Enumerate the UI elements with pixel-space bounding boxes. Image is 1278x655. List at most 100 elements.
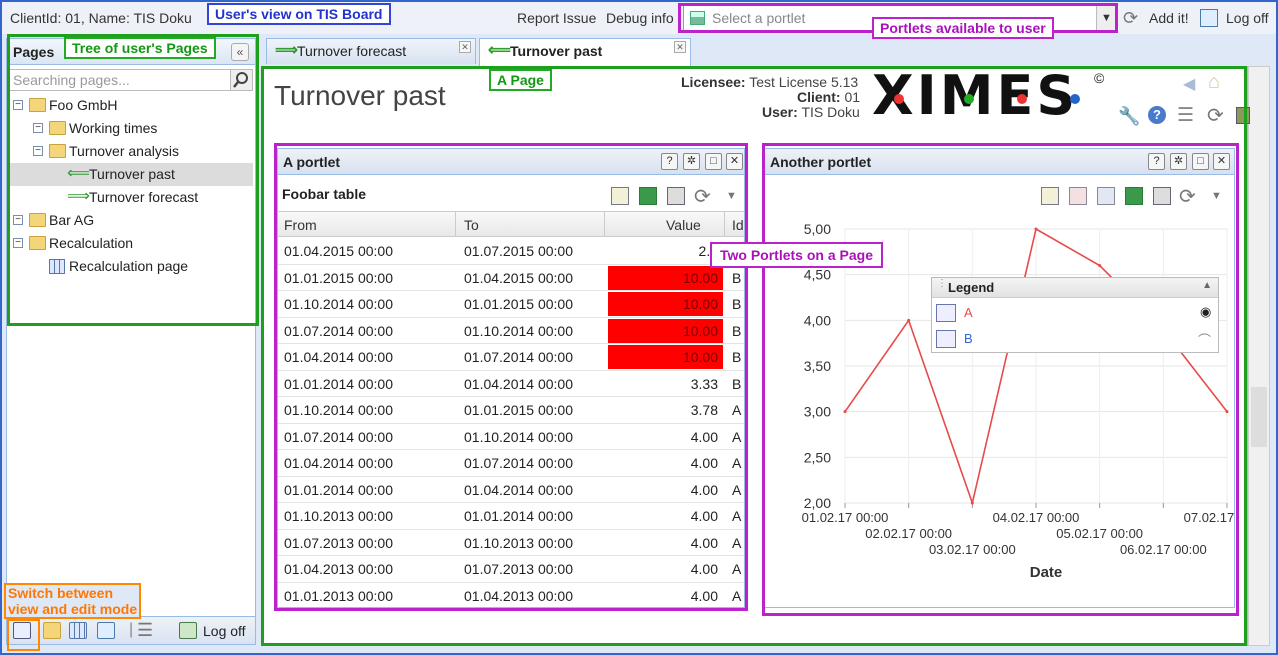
refresh-icon[interactable]: ⟳ bbox=[1179, 184, 1196, 209]
data-point bbox=[970, 501, 974, 505]
help-icon[interactable]: ? bbox=[661, 153, 678, 170]
edit-icon[interactable] bbox=[611, 187, 629, 205]
footer-log-off-link[interactable]: Log off bbox=[203, 623, 246, 639]
user-value: TIS Doku bbox=[801, 104, 860, 120]
exit-icon[interactable] bbox=[1236, 107, 1250, 124]
gear-icon[interactable]: ✲ bbox=[683, 153, 700, 170]
page-search-input[interactable]: Searching pages... bbox=[9, 69, 253, 91]
tree-item-label: Bar AG bbox=[49, 212, 95, 228]
help-icon[interactable]: ? bbox=[1148, 153, 1165, 170]
eye-closed-icon[interactable]: ⌒ bbox=[1198, 330, 1211, 349]
eye-icon[interactable]: ◉ bbox=[1200, 304, 1211, 320]
table-row[interactable]: 01.04.2014 00:00 01.07.2014 00:00 4.00 A bbox=[278, 450, 744, 477]
log-off-icon[interactable] bbox=[179, 622, 197, 639]
portlet-a-header: A portlet ? ✲ □ ✕ bbox=[278, 149, 744, 175]
column-header-to[interactable]: To bbox=[464, 217, 479, 233]
table-row[interactable]: 01.01.2015 00:00 01.04.2015 00:00 10.00 B bbox=[278, 265, 744, 291]
table-row[interactable]: 01.04.2014 00:00 01.07.2014 00:00 10.00 B bbox=[278, 344, 744, 371]
print-icon[interactable] bbox=[667, 187, 685, 205]
wrench-icon[interactable]: 🔧 bbox=[1118, 106, 1140, 127]
help-icon[interactable]: ? bbox=[1148, 106, 1166, 124]
menu-icon[interactable]: ☰ bbox=[1177, 104, 1194, 127]
tab-turnover-forecast[interactable]: ⟹ Turnover forecast ✕ bbox=[266, 38, 476, 64]
tree-item-recalculation[interactable]: − Recalculation bbox=[9, 232, 253, 255]
close-icon[interactable]: ✕ bbox=[459, 41, 471, 53]
excel-export-icon[interactable] bbox=[639, 187, 657, 205]
table-row[interactable]: 01.07.2013 00:00 01.10.2013 00:00 4.00 A bbox=[278, 530, 744, 556]
table-row[interactable]: 01.07.2014 00:00 01.10.2014 00:00 4.00 A bbox=[278, 424, 744, 450]
column-header-id[interactable]: Id bbox=[732, 217, 744, 233]
tree-item-turnover-forecast[interactable]: ⟹ Turnover forecast bbox=[9, 186, 253, 209]
close-icon[interactable]: ✕ bbox=[1213, 153, 1230, 170]
search-icon[interactable] bbox=[230, 70, 252, 90]
print-icon[interactable] bbox=[1153, 187, 1171, 205]
back-icon[interactable]: ◀ bbox=[1183, 74, 1195, 94]
log-off-link[interactable]: Log off bbox=[1226, 10, 1269, 26]
scrollbar-thumb[interactable] bbox=[1251, 387, 1267, 447]
callout-tree-pages: Tree of user's Pages bbox=[64, 37, 216, 59]
collapse-icon[interactable]: − bbox=[13, 238, 23, 248]
maximize-icon[interactable]: □ bbox=[705, 153, 722, 170]
remove-zoom-icon[interactable] bbox=[1097, 187, 1115, 205]
client-value: 01 bbox=[844, 89, 861, 105]
edit-icon[interactable] bbox=[1041, 187, 1059, 205]
refresh-icon[interactable]: ⟳ bbox=[1123, 8, 1138, 29]
tree-item-foo-gmbh[interactable]: − Foo GmbH bbox=[9, 94, 253, 117]
portlet-title: A portlet bbox=[283, 154, 341, 170]
column-header-from[interactable]: From bbox=[284, 217, 317, 233]
chevron-down-icon[interactable]: ▼ bbox=[1096, 6, 1116, 30]
menu-icon[interactable]: ☰ bbox=[137, 620, 153, 641]
cell-from: 01.07.2014 00:00 bbox=[284, 428, 393, 445]
refresh-icon[interactable]: ⟳ bbox=[1207, 103, 1224, 128]
tree-item-bar-ag[interactable]: − Bar AG bbox=[9, 209, 253, 232]
table-row[interactable]: 01.01.2013 00:00 01.04.2013 00:00 4.00 A bbox=[278, 583, 744, 609]
chart-legend[interactable]: ⋮ Legend ▲ A ◉ B ⌒ bbox=[931, 277, 1219, 353]
table-row[interactable]: 01.01.2014 00:00 01.04.2014 00:00 4.00 A bbox=[278, 477, 744, 503]
tree-item-label: Working times bbox=[69, 120, 158, 136]
column-header-value[interactable]: Value bbox=[666, 217, 701, 233]
drag-handle-icon[interactable]: ⋮ bbox=[937, 279, 947, 289]
table-row[interactable]: 01.07.2014 00:00 01.10.2014 00:00 10.00 B bbox=[278, 318, 744, 344]
tree-item-recalculation-page[interactable]: Recalculation page bbox=[9, 255, 253, 278]
debug-info-link[interactable]: Debug info bbox=[606, 10, 674, 26]
collapse-icon[interactable]: − bbox=[13, 100, 23, 110]
collapse-icon[interactable]: − bbox=[33, 146, 43, 156]
table-row[interactable]: 01.01.2014 00:00 01.04.2014 00:00 3.33 B bbox=[278, 371, 744, 397]
legend-header[interactable]: ⋮ Legend ▲ bbox=[932, 278, 1218, 298]
tab-turnover-past[interactable]: ⟸ Turnover past ✕ bbox=[479, 38, 691, 66]
home-icon[interactable]: ⌂ bbox=[1208, 71, 1220, 94]
page-scrollbar[interactable] bbox=[1248, 66, 1270, 646]
log-off-icon[interactable] bbox=[1200, 9, 1218, 27]
add-folder-icon[interactable] bbox=[43, 622, 61, 639]
close-icon[interactable]: ✕ bbox=[726, 153, 743, 170]
tree-item-turnover-analysis[interactable]: − Turnover analysis bbox=[9, 140, 253, 163]
zoom-icon[interactable] bbox=[1069, 187, 1087, 205]
table-row[interactable]: 01.10.2014 00:00 01.01.2015 00:00 3.78 A bbox=[278, 397, 744, 424]
collapse-icon[interactable]: ▲ bbox=[1202, 280, 1212, 291]
collapse-icon[interactable]: − bbox=[13, 215, 23, 225]
refresh-icon[interactable]: ⟳ bbox=[694, 184, 711, 209]
close-icon[interactable]: ✕ bbox=[674, 41, 686, 53]
collapse-sidebar-button[interactable]: « bbox=[231, 43, 249, 61]
report-issue-link[interactable]: Report Issue bbox=[517, 10, 596, 26]
tree-item-working-times[interactable]: − Working times bbox=[9, 117, 253, 140]
tree-item-turnover-past[interactable]: ⟸ Turnover past bbox=[9, 163, 253, 186]
collapse-icon[interactable]: − bbox=[33, 123, 43, 133]
chevron-down-icon[interactable]: ▼ bbox=[726, 190, 737, 202]
add-page-icon[interactable] bbox=[97, 622, 115, 639]
table-row[interactable]: 01.04.2013 00:00 01.07.2013 00:00 4.00 A bbox=[278, 556, 744, 583]
cell-id: A bbox=[732, 428, 742, 445]
excel-export-icon[interactable] bbox=[1125, 187, 1143, 205]
legend-item-a[interactable]: A ◉ bbox=[936, 302, 1214, 324]
maximize-icon[interactable]: □ bbox=[1192, 153, 1209, 170]
add-it-button[interactable]: Add it! bbox=[1149, 10, 1189, 26]
callout-switch-mode-line1: Switch between bbox=[8, 585, 114, 601]
add-grid-page-icon[interactable] bbox=[69, 622, 87, 639]
table-row[interactable]: 01.04.2015 00:00 01.07.2015 00:00 2.9 bbox=[278, 238, 744, 265]
table-row[interactable]: 01.10.2014 00:00 01.01.2015 00:00 10.00 B bbox=[278, 291, 744, 318]
table-row[interactable]: 01.10.2013 00:00 01.01.2014 00:00 4.00 A bbox=[278, 503, 744, 530]
gear-icon[interactable]: ✲ bbox=[1170, 153, 1187, 170]
edit-mode-toggle-icon[interactable] bbox=[13, 622, 31, 639]
chevron-down-icon[interactable]: ▼ bbox=[1211, 190, 1222, 202]
legend-item-b[interactable]: B ⌒ bbox=[936, 328, 1214, 350]
